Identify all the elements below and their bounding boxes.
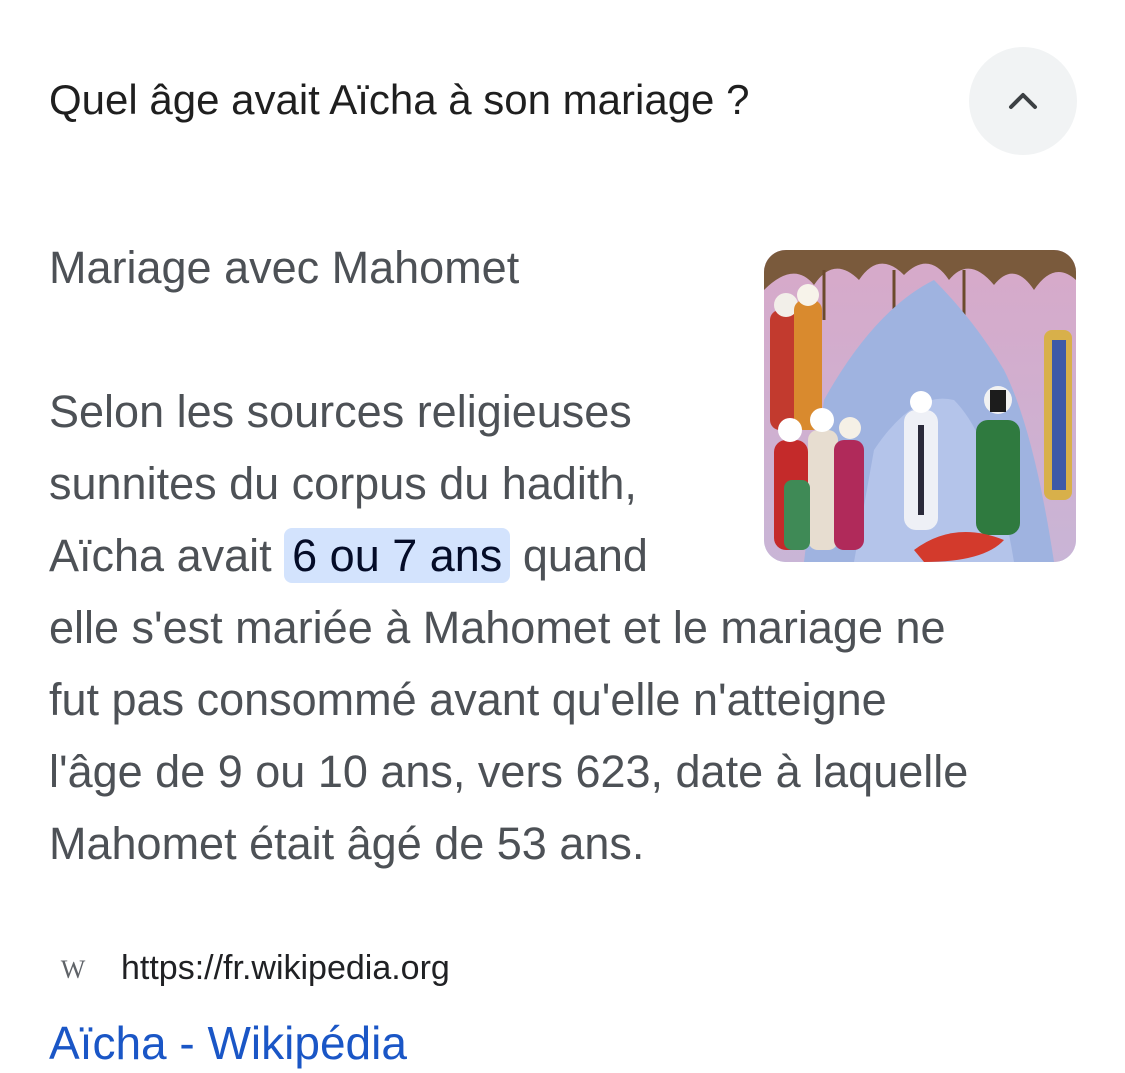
- snippet-line: sunnites du corpus du hadith,: [49, 458, 637, 509]
- snippet-line: Mahomet était âgé de 53 ans.: [49, 818, 645, 869]
- snippet-line-highlighted: Aïcha avait 6 ou 7 ans quand: [49, 520, 1089, 592]
- chevron-up-icon: [1009, 93, 1037, 109]
- snippet-line: l'âge de 9 ou 10 ans, vers 623, date à l…: [49, 746, 969, 797]
- highlighted-answer: 6 ou 7 ans: [284, 528, 511, 583]
- snippet-line: elle s'est mariée à Mahomet et le mariag…: [49, 602, 946, 653]
- question-title[interactable]: Quel âge avait Aïcha à son mariage ?: [49, 72, 749, 128]
- snippet-text: quand: [510, 530, 648, 581]
- question-header[interactable]: Quel âge avait Aïcha à son mariage ?: [0, 0, 1125, 200]
- answer-snippet: Selon les sources religieuses sunnites d…: [49, 376, 1089, 880]
- snippet-text: Aïcha avait: [49, 530, 285, 581]
- snippet-line: Selon les sources religieuses: [49, 386, 632, 437]
- collapse-button[interactable]: [969, 47, 1077, 155]
- result-title-link[interactable]: Aïcha - Wikipédia: [49, 1014, 407, 1072]
- source-attribution[interactable]: W https://fr.wikipedia.org: [49, 944, 749, 992]
- wikipedia-favicon-icon: W: [60, 955, 86, 984]
- snippet-line: fut pas consommé avant qu'elle n'atteign…: [49, 674, 887, 725]
- source-url[interactable]: https://fr.wikipedia.org: [121, 944, 450, 992]
